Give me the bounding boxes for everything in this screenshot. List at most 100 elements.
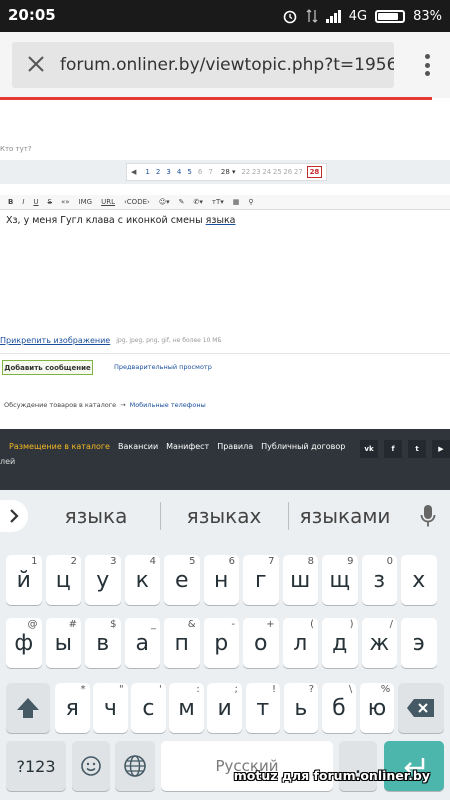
expand-suggestions-icon[interactable] [0, 500, 28, 532]
key-щ[interactable]: щ9 [322, 555, 358, 605]
page-link[interactable]: 22 [241, 168, 252, 176]
enter-key[interactable] [384, 741, 444, 791]
key-и[interactable]: и; [207, 683, 242, 733]
facebook-icon[interactable]: f [384, 440, 402, 458]
key-м[interactable]: м: [169, 683, 204, 733]
key-с[interactable]: с ' [131, 683, 166, 733]
edit-icon[interactable]: ✎ [179, 198, 185, 206]
suggestion-strip: языка языках языками [0, 490, 450, 542]
key-ь[interactable]: ь? [283, 683, 319, 733]
key-п[interactable]: п & [164, 618, 200, 668]
key-ы[interactable]: ы # [45, 618, 81, 668]
overflow-menu-icon[interactable] [424, 54, 430, 76]
key-т[interactable]: т! [245, 683, 280, 733]
period-key[interactable]: . [339, 741, 377, 791]
page-link[interactable]: 6 [195, 168, 206, 176]
key-к[interactable]: к4 [124, 555, 160, 605]
message-textarea[interactable]: Хз, у меня Гугл клава с иконкой смены яз… [0, 211, 450, 327]
page-link[interactable]: 25 [272, 168, 283, 176]
key-л[interactable]: л( [282, 618, 318, 668]
page-link[interactable]: 26 [283, 168, 294, 176]
key-я[interactable]: я * [55, 683, 90, 733]
preview-link[interactable]: Предварительный просмотр [114, 363, 212, 371]
close-icon[interactable] [26, 54, 46, 74]
breadcrumb-parent[interactable]: Обсуждение товаров в каталоге [4, 401, 116, 409]
strike-button[interactable]: S [48, 198, 52, 206]
key-б[interactable]: б \ [321, 683, 357, 733]
page-link[interactable]: 27 [293, 168, 304, 176]
youtube-icon[interactable]: ▶ [432, 440, 450, 458]
prev-page-icon[interactable]: ◀ [131, 168, 136, 176]
space-key[interactable]: Русский [161, 741, 333, 791]
key-в[interactable]: в $ [85, 618, 121, 668]
key-д[interactable]: д) [322, 618, 358, 668]
font-size-icon[interactable]: ᴛT▾ [212, 198, 224, 206]
page-link[interactable]: 4 [174, 168, 185, 176]
shift-key[interactable] [6, 683, 50, 733]
footer-link-contract[interactable]: Публичный договор [261, 442, 345, 451]
key-р[interactable]: р- [203, 618, 239, 668]
footer-link-jobs[interactable]: Вакансии [118, 442, 158, 451]
key-ч[interactable]: ч " [93, 683, 128, 733]
key-е[interactable]: е5 [164, 555, 200, 605]
address-bar[interactable]: forum.onliner.by/viewtopic.php?t=1956554 [12, 42, 394, 88]
network-type: 4G [348, 8, 368, 24]
key-ж[interactable]: ж / [361, 618, 397, 668]
twitter-icon[interactable]: t [408, 440, 426, 458]
key-label: ю [367, 695, 387, 721]
page-link[interactable]: 7 [205, 168, 216, 176]
page-link[interactable]: 1 [142, 168, 153, 176]
footer-link-rules[interactable]: Правила [217, 442, 253, 451]
microphone-icon[interactable] [420, 504, 436, 528]
underline-button[interactable]: U [33, 198, 38, 206]
location-icon[interactable]: ⚲ [248, 198, 253, 206]
italic-button[interactable]: I [22, 198, 24, 206]
key-ф[interactable]: ф @ [6, 618, 42, 668]
key-н[interactable]: н6 [203, 555, 239, 605]
footer-link-manifest[interactable]: Манифест [166, 442, 209, 451]
key-о[interactable]: о + [243, 618, 279, 668]
attach-image-link[interactable]: Прикрепить изображение [0, 336, 110, 345]
key-у[interactable]: у3 [85, 555, 121, 605]
table-icon[interactable]: ▦ [233, 198, 240, 206]
key-ц[interactable]: ц2 [45, 555, 81, 605]
status-indicators: 4G 83% [282, 6, 442, 26]
bold-button[interactable]: B [8, 198, 13, 206]
smiley-icon[interactable]: ☺▾ [159, 198, 170, 206]
page-link[interactable]: 5 [184, 168, 195, 176]
quote-button[interactable]: «» [61, 198, 70, 206]
suggestion[interactable]: языка [40, 504, 152, 528]
key-г[interactable]: г7 [243, 555, 279, 605]
backspace-key[interactable] [398, 683, 444, 733]
page-link[interactable]: 23 [251, 168, 262, 176]
add-message-button[interactable]: Добавить сообщение [2, 360, 93, 375]
url-button[interactable]: URL [101, 198, 115, 206]
key-а[interactable]: а _ [124, 618, 160, 668]
footer-links: Размещение в каталоге Вакансии Манифест … [9, 442, 345, 451]
footer-link-catalog[interactable]: Размещение в каталоге [9, 442, 110, 451]
key-й[interactable]: й1 [6, 555, 42, 605]
key-э[interactable]: э [401, 618, 437, 668]
footer-more-text[interactable]: лей [0, 457, 15, 466]
vk-icon[interactable]: vk [360, 440, 378, 458]
page-select[interactable]: 28 ▾ [221, 168, 236, 176]
emoji-icon [81, 756, 101, 776]
language-key[interactable] [115, 741, 155, 791]
code-button[interactable]: ‹CODE› [124, 198, 150, 206]
key-ю[interactable]: ю% [359, 683, 395, 733]
emoji-key[interactable] [72, 741, 110, 791]
key-х[interactable]: х [401, 555, 437, 605]
key-ш[interactable]: ш8 [282, 555, 318, 605]
page-link[interactable]: 3 [163, 168, 174, 176]
img-button[interactable]: IMG [79, 198, 93, 206]
page-link[interactable]: 2 [153, 168, 164, 176]
suggestion[interactable]: языками [290, 504, 400, 528]
url-text[interactable]: forum.onliner.by/viewtopic.php?t=1956554 [60, 55, 394, 75]
page-link[interactable]: 24 [262, 168, 273, 176]
key-з[interactable]: з0 [361, 555, 397, 605]
symbols-key[interactable]: ?123 [6, 741, 66, 791]
spoiler-icon[interactable]: ✆▾ [194, 198, 203, 206]
suggestion[interactable]: языках [168, 504, 280, 528]
attach-row: Прикрепить изображение jpg, jpeg, png, g… [0, 333, 222, 347]
breadcrumb-current[interactable]: Мобильные телефоны [130, 401, 206, 409]
